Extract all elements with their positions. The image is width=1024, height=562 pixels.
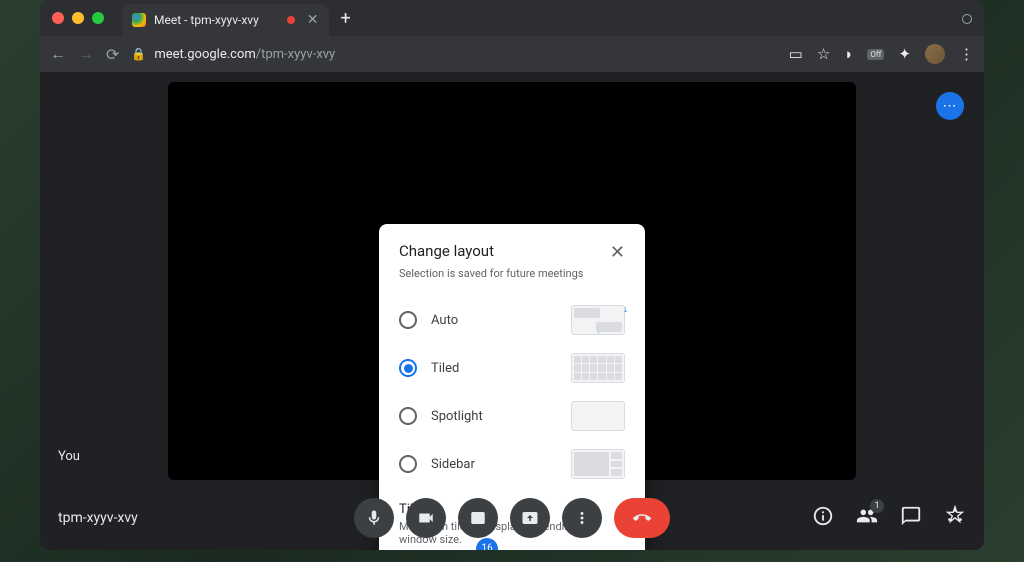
extension-badge-icon[interactable]: Off — [867, 49, 884, 60]
radio-spotlight — [399, 407, 417, 425]
radio-label-spotlight: Spotlight — [431, 409, 483, 424]
tag-icon[interactable]: ◗ — [844, 45, 853, 63]
browser-tab[interactable]: Meet - tpm-xyyv-xvy ✕ — [122, 4, 329, 36]
layout-option-sidebar[interactable]: Sidebar — [399, 440, 625, 488]
captions-button[interactable] — [458, 498, 498, 538]
url-bar[interactable]: 🔒 meet.google.com/tpm-xyyv-xvy — [131, 47, 776, 62]
radio-auto — [399, 311, 417, 329]
layout-option-auto[interactable]: Auto ↓↑ — [399, 296, 625, 344]
lock-icon: 🔒 — [131, 47, 146, 61]
minimize-window-button[interactable] — [72, 12, 84, 24]
bottom-bar-right: 1 — [812, 505, 966, 531]
radio-tiled — [399, 359, 417, 377]
radio-sidebar — [399, 455, 417, 473]
maximize-window-button[interactable] — [92, 12, 104, 24]
present-button[interactable] — [510, 498, 550, 538]
preview-spotlight-icon — [571, 401, 625, 431]
activities-button[interactable] — [944, 505, 966, 531]
new-tab-button[interactable]: + — [341, 8, 351, 29]
preview-sidebar-icon — [571, 449, 625, 479]
window-controls — [52, 12, 104, 24]
modal-close-button[interactable]: ✕ — [610, 242, 625, 263]
hangup-button[interactable] — [614, 498, 670, 538]
camera-button[interactable] — [406, 498, 446, 538]
more-options-button[interactable] — [562, 498, 602, 538]
titlebar: Meet - tpm-xyyv-xvy ✕ + — [40, 0, 984, 36]
browser-window: Meet - tpm-xyyv-xvy ✕ + ← → ⟳ 🔒 meet.goo… — [40, 0, 984, 550]
participant-count-badge: 1 — [870, 499, 884, 513]
account-dot-icon[interactable] — [962, 14, 972, 24]
meeting-info-chip[interactable]: ⋯ — [936, 92, 964, 120]
preview-tiled-icon — [571, 353, 625, 383]
self-video-label: You — [58, 449, 80, 464]
toolbar-icons: ▭ ☆ ◗ Off ✦ ⋮ — [789, 44, 974, 64]
browser-menu-button[interactable]: ⋮ — [959, 45, 974, 63]
close-tab-button[interactable]: ✕ — [307, 12, 319, 28]
radio-label-auto: Auto — [431, 313, 458, 328]
meeting-code[interactable]: tpm-xyyv-xvy — [58, 510, 138, 526]
call-controls — [354, 498, 670, 538]
layout-option-tiled[interactable]: Tiled — [399, 344, 625, 392]
layout-option-spotlight[interactable]: Spotlight — [399, 392, 625, 440]
bookmark-star-icon[interactable]: ☆ — [817, 45, 830, 63]
modal-subtitle: Selection is saved for future meetings — [399, 267, 625, 280]
tab-title: Meet - tpm-xyyv-xvy — [154, 13, 259, 27]
titlebar-right — [962, 9, 972, 28]
chat-button[interactable] — [900, 505, 922, 531]
reload-button[interactable]: ⟳ — [106, 45, 119, 64]
meet-favicon — [132, 13, 146, 27]
profile-avatar[interactable] — [925, 44, 945, 64]
meeting-details-button[interactable] — [812, 505, 834, 531]
back-button[interactable]: ← — [50, 44, 66, 64]
modal-title: Change layout — [399, 242, 494, 260]
pip-icon[interactable]: ▭ — [789, 45, 803, 63]
url-text: meet.google.com/tpm-xyyv-xvy — [154, 47, 335, 62]
browser-toolbar: ← → ⟳ 🔒 meet.google.com/tpm-xyyv-xvy ▭ ☆… — [40, 36, 984, 72]
radio-label-tiled: Tiled — [431, 361, 459, 376]
extensions-puzzle-icon[interactable]: ✦ — [898, 45, 911, 63]
mic-button[interactable] — [354, 498, 394, 538]
recording-indicator-icon — [287, 16, 295, 24]
radio-label-sidebar: Sidebar — [431, 457, 475, 472]
preview-auto-icon: ↓↑ — [571, 305, 625, 335]
close-window-button[interactable] — [52, 12, 64, 24]
meet-content: You ⋯ Change layout ✕ Selection is saved… — [40, 72, 984, 550]
bottom-bar: tpm-xyyv-xvy 1 — [40, 486, 984, 550]
people-button[interactable]: 1 — [856, 505, 878, 531]
forward-button[interactable]: → — [78, 44, 94, 64]
